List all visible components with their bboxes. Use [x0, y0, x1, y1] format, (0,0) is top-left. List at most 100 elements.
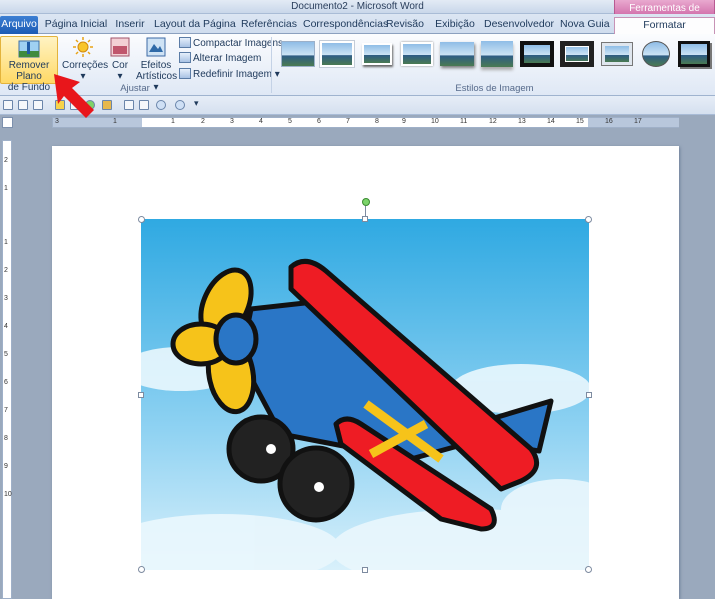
- ruler-mark: 10: [4, 491, 12, 498]
- color-picture-icon: [110, 37, 130, 57]
- ruler-mark: 3: [230, 118, 234, 125]
- title-bar: Documento2 - Microsoft Word: [0, 0, 715, 14]
- tab-referencias[interactable]: Referências: [238, 16, 300, 34]
- ruler-mark: 5: [4, 351, 8, 358]
- rotate-handle[interactable]: [362, 198, 370, 206]
- ruler-mark: 1: [113, 118, 117, 125]
- tab-revisao[interactable]: Revisão: [386, 16, 424, 34]
- picture-styles-group-label: Estilos de Imagem: [455, 83, 534, 94]
- tab-correspondencias[interactable]: Correspondências: [303, 16, 388, 34]
- resize-handle-ne[interactable]: [585, 216, 592, 223]
- window-title: Documento2 - Microsoft Word: [291, 1, 424, 12]
- resize-handle-sw[interactable]: [138, 566, 145, 573]
- remove-background-icon: [18, 40, 40, 58]
- tab-selector[interactable]: [2, 117, 13, 128]
- ruler-mark: 2: [4, 267, 8, 274]
- chevron-down-icon: ▾: [274, 69, 280, 80]
- sun-icon: [73, 37, 93, 57]
- airplane-picture[interactable]: [141, 219, 589, 570]
- tab-arquivo[interactable]: Arquivo: [0, 16, 38, 34]
- undo-icon[interactable]: [156, 100, 166, 110]
- ruler-toggle-icon[interactable]: [3, 100, 13, 110]
- ruler-mark: 6: [317, 118, 321, 125]
- new-document-icon[interactable]: [18, 100, 28, 110]
- change-picture-button[interactable]: Alterar Imagem: [179, 51, 261, 66]
- color-button[interactable]: Cor ▾: [104, 36, 136, 82]
- print-preview-icon[interactable]: [33, 100, 43, 110]
- ruler-mark: 8: [375, 118, 379, 125]
- picture-style-4[interactable]: [400, 41, 434, 67]
- ruler-mark: 7: [4, 407, 8, 414]
- reset-picture-button[interactable]: Redefinir Imagem ▾: [179, 67, 280, 82]
- ruler-mark: 16: [605, 118, 613, 125]
- chevron-down-icon: ▾: [117, 71, 123, 82]
- resize-handle-se[interactable]: [585, 566, 592, 573]
- resize-handle-n[interactable]: [362, 216, 368, 222]
- tab-layout[interactable]: Layout da Página: [154, 16, 236, 34]
- customize-toolbar-icon[interactable]: ▾: [194, 98, 199, 109]
- picture-style-11[interactable]: [678, 41, 712, 67]
- format-painter-icon[interactable]: [102, 100, 112, 110]
- resize-handle-e[interactable]: [586, 392, 592, 398]
- change-label: Alterar Imagem: [193, 53, 262, 64]
- ruler-mark: 15: [576, 118, 584, 125]
- remove-background-label-1: Remover Plano: [8, 60, 50, 82]
- horizontal-ruler[interactable]: 3 1 1 2 3 4 5 6 7 8 9 10 11 12 13 14 15 …: [52, 117, 679, 128]
- tab-pagina-inicial[interactable]: Página Inicial: [44, 16, 108, 34]
- ruler-mark: 12: [489, 118, 497, 125]
- ruler-mark: 2: [201, 118, 205, 125]
- ruler-mark: 6: [4, 379, 8, 386]
- picture-style-1[interactable]: [281, 41, 315, 67]
- ruler-mark: 4: [259, 118, 263, 125]
- ruler-mark: 14: [547, 118, 555, 125]
- ruler-mark: 1: [4, 185, 8, 192]
- ruler-mark: 11: [460, 118, 468, 125]
- picture-style-10[interactable]: [640, 41, 674, 67]
- ruler-mark: 8: [4, 435, 8, 442]
- picture-style-5[interactable]: [440, 41, 474, 67]
- ruler-mark: 1: [171, 118, 175, 125]
- color-label: Cor: [111, 60, 129, 71]
- resize-handle-s[interactable]: [362, 567, 368, 573]
- ruler-mark: 10: [431, 118, 439, 125]
- tab-inserir[interactable]: Inserir: [112, 16, 148, 34]
- compress-pictures-button[interactable]: Compactar Imagens: [179, 36, 283, 51]
- group-divider: [271, 37, 272, 93]
- artistic-effects-icon: [146, 37, 166, 57]
- quick-access-toolbar: ▾: [0, 96, 715, 115]
- picture-style-3[interactable]: [360, 41, 394, 67]
- tab-desenvolvedor[interactable]: Desenvolvedor: [484, 16, 554, 34]
- reset-picture-icon: [179, 68, 191, 79]
- picture-style-6[interactable]: [480, 41, 514, 67]
- ruler-mark: 3: [4, 295, 8, 302]
- compress-icon: [179, 37, 191, 48]
- picture-style-9[interactable]: [600, 41, 634, 67]
- resize-handle-nw[interactable]: [138, 216, 145, 223]
- adjust-group-label: Ajustar: [120, 83, 150, 94]
- redo-icon[interactable]: [175, 100, 185, 110]
- picture-style-7[interactable]: [520, 41, 554, 67]
- vertical-ruler[interactable]: 2 1 1 2 3 4 5 6 7 8 9 10: [2, 140, 12, 599]
- ruler-mark: 7: [346, 118, 350, 125]
- ruler-mark: 5: [288, 118, 292, 125]
- spelling-icon[interactable]: [139, 100, 149, 110]
- tab-formatar[interactable]: Formatar: [614, 17, 715, 34]
- change-picture-icon: [179, 52, 191, 63]
- ruler-mark: 9: [4, 463, 8, 470]
- ribbon: Remover Plano de Fundo Correções ▾ Cor ▾: [0, 34, 715, 96]
- tab-nova-guia[interactable]: Nova Guia: [560, 16, 610, 34]
- picture-style-2[interactable]: [320, 41, 354, 67]
- red-arrow-icon: [54, 74, 94, 118]
- edit-icon[interactable]: [124, 100, 134, 110]
- effects-label-2: Artísticos: [136, 71, 178, 82]
- ribbon-tab-row: Arquivo Página Inicial Inserir Layout da…: [0, 14, 715, 34]
- ruler-mark: 4: [4, 323, 8, 330]
- picture-style-8[interactable]: [560, 41, 594, 67]
- compress-label: Compactar Imagens: [193, 38, 284, 49]
- ruler-mark: 13: [518, 118, 526, 125]
- resize-handle-w[interactable]: [138, 392, 144, 398]
- effects-label-1: Efeitos: [140, 60, 172, 71]
- reset-label: Redefinir Imagem: [193, 69, 272, 80]
- ruler-mark: 17: [634, 118, 642, 125]
- tab-exibicao[interactable]: Exibição: [433, 16, 477, 34]
